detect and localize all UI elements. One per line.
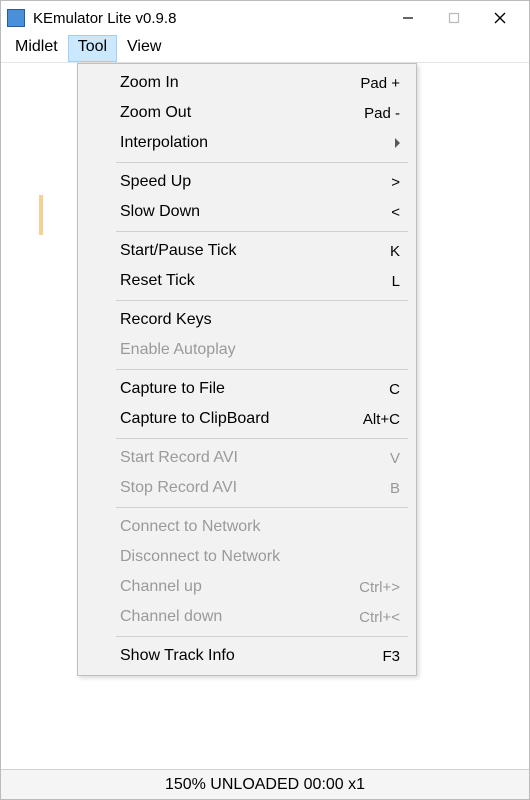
menu-separator — [116, 300, 408, 301]
menu-item-speed-up[interactable]: Speed Up> — [80, 167, 414, 197]
menu-item-label: Disconnect to Network — [120, 548, 400, 566]
menu-item-shortcut: B — [390, 480, 400, 497]
menu-item-label: Channel down — [120, 608, 359, 626]
menu-midlet[interactable]: Midlet — [5, 35, 68, 62]
menu-item-shortcut: Ctrl+< — [359, 609, 400, 626]
menu-item-capture-to-file[interactable]: Capture to FileC — [80, 374, 414, 404]
menu-item-label: Stop Record AVI — [120, 479, 390, 497]
menu-item-label: Start Record AVI — [120, 449, 390, 467]
menu-item-zoom-out[interactable]: Zoom OutPad - — [80, 98, 414, 128]
menu-item-label: Capture to ClipBoard — [120, 410, 363, 428]
menu-separator — [116, 507, 408, 508]
menu-separator — [116, 231, 408, 232]
window-title: KEmulator Lite v0.9.8 — [33, 10, 385, 27]
menu-item-label: Start/Pause Tick — [120, 242, 390, 260]
menu-item-zoom-in[interactable]: Zoom InPad + — [80, 68, 414, 98]
menu-item-channel-down: Channel downCtrl+< — [80, 602, 414, 632]
menu-item-label: Show Track Info — [120, 647, 382, 665]
menu-item-label: Record Keys — [120, 311, 400, 329]
maximize-icon — [448, 12, 460, 24]
submenu-arrow-icon — [395, 138, 400, 148]
menu-tool[interactable]: Tool — [68, 35, 117, 62]
menu-item-show-track-info[interactable]: Show Track InfoF3 — [80, 641, 414, 671]
menu-item-shortcut: Ctrl+> — [359, 579, 400, 596]
menu-item-shortcut: C — [389, 381, 400, 398]
background-strip — [39, 195, 43, 235]
menu-item-shortcut: Pad - — [364, 105, 400, 122]
menu-item-reset-tick[interactable]: Reset TickL — [80, 266, 414, 296]
menu-item-channel-up: Channel upCtrl+> — [80, 572, 414, 602]
app-icon — [7, 9, 25, 27]
window-controls — [385, 3, 523, 33]
menu-item-interpolation[interactable]: Interpolation — [80, 128, 414, 158]
menu-item-disconnect-to-network: Disconnect to Network — [80, 542, 414, 572]
titlebar: KEmulator Lite v0.9.8 — [1, 1, 529, 35]
close-icon — [494, 12, 506, 24]
menu-separator — [116, 162, 408, 163]
menu-item-label: Capture to File — [120, 380, 389, 398]
menu-item-label: Connect to Network — [120, 518, 400, 536]
menu-item-stop-record-avi: Stop Record AVIB — [80, 473, 414, 503]
menubar: Midlet Tool View — [1, 35, 529, 63]
menu-item-label: Interpolation — [120, 134, 389, 152]
menu-item-shortcut: F3 — [382, 648, 400, 665]
menu-item-shortcut: Pad + — [360, 75, 400, 92]
close-button[interactable] — [477, 3, 523, 33]
status-text: 150% UNLOADED 00:00 x1 — [165, 776, 365, 794]
menu-item-shortcut: < — [391, 204, 400, 221]
menu-item-label: Reset Tick — [120, 272, 392, 290]
maximize-button — [431, 3, 477, 33]
menu-item-shortcut: K — [390, 243, 400, 260]
minimize-button[interactable] — [385, 3, 431, 33]
menu-item-connect-to-network: Connect to Network — [80, 512, 414, 542]
menu-item-start-pause-tick[interactable]: Start/Pause TickK — [80, 236, 414, 266]
statusbar: 150% UNLOADED 00:00 x1 — [1, 769, 529, 799]
minimize-icon — [402, 12, 414, 24]
menu-item-label: Speed Up — [120, 173, 391, 191]
menu-item-label: Zoom In — [120, 74, 360, 92]
menu-item-label: Zoom Out — [120, 104, 364, 122]
menu-item-shortcut: > — [391, 174, 400, 191]
menu-item-record-keys[interactable]: Record Keys — [80, 305, 414, 335]
menu-separator — [116, 636, 408, 637]
menu-item-enable-autoplay: Enable Autoplay — [80, 335, 414, 365]
menu-item-label: Channel up — [120, 578, 359, 596]
menu-item-slow-down[interactable]: Slow Down< — [80, 197, 414, 227]
menu-item-label: Enable Autoplay — [120, 341, 400, 359]
menu-item-shortcut: Alt+C — [363, 411, 400, 428]
menu-item-shortcut: L — [392, 273, 400, 290]
menu-item-label: Slow Down — [120, 203, 391, 221]
menu-separator — [116, 369, 408, 370]
menu-item-shortcut: V — [390, 450, 400, 467]
tool-dropdown: Zoom InPad +Zoom OutPad -InterpolationSp… — [77, 63, 417, 676]
menu-view[interactable]: View — [117, 35, 171, 62]
menu-item-start-record-avi: Start Record AVIV — [80, 443, 414, 473]
menu-item-capture-to-clipboard[interactable]: Capture to ClipBoardAlt+C — [80, 404, 414, 434]
menu-separator — [116, 438, 408, 439]
